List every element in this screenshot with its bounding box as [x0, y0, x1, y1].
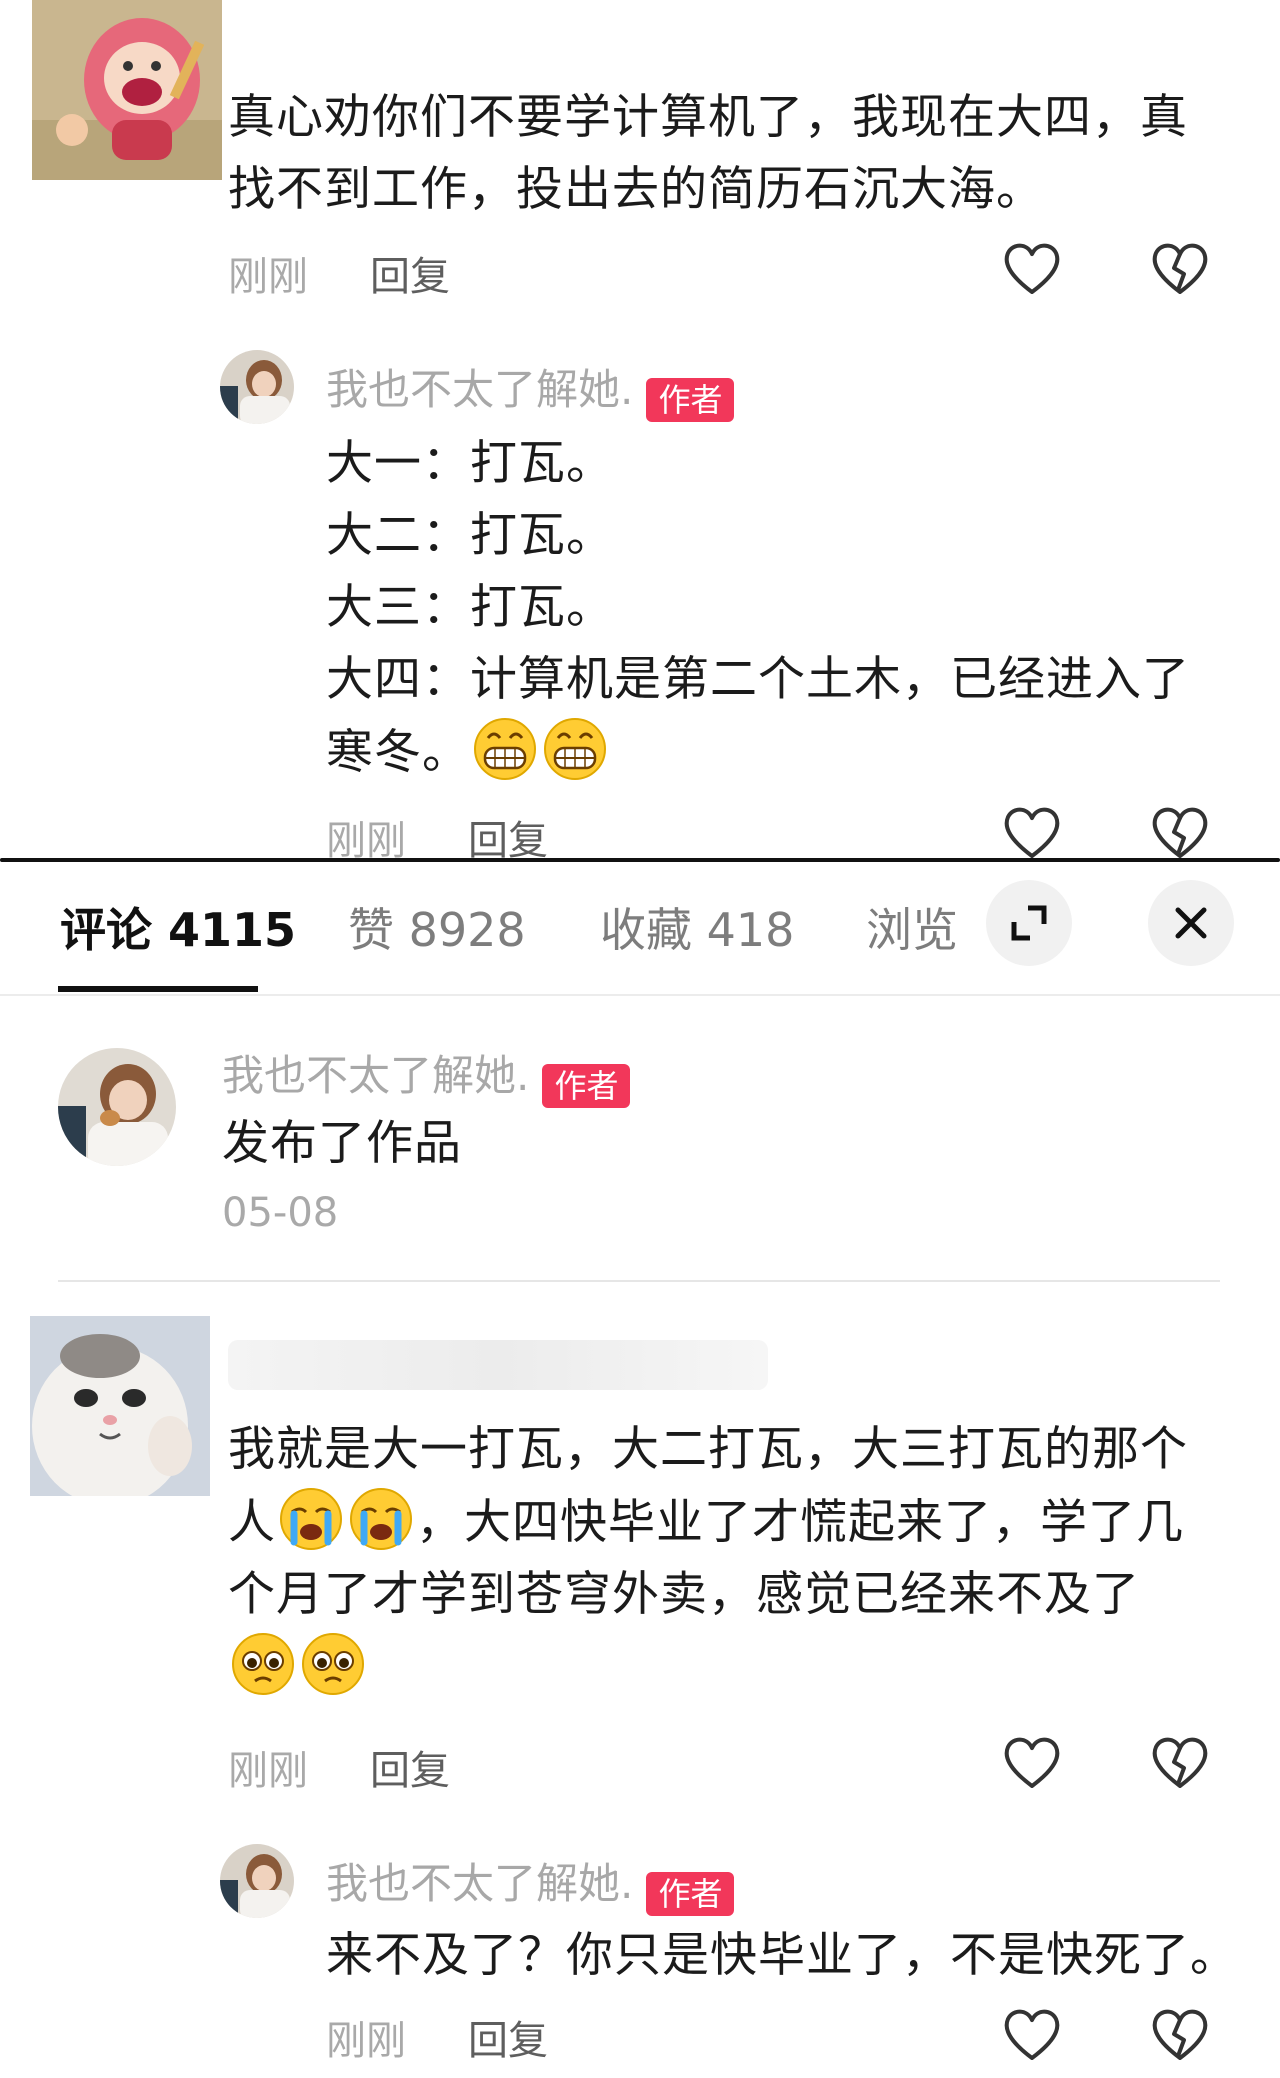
active-tab-indicator	[58, 986, 258, 992]
broken-heart-icon	[1152, 807, 1208, 858]
reply-line: 大三：打瓦。	[326, 580, 614, 635]
commenter-avatar[interactable]	[30, 1316, 210, 1496]
tab-comments[interactable]: 评论 4115	[60, 894, 296, 960]
post-date: 05-08	[222, 1190, 339, 1236]
tab-favorites[interactable]: 收藏 418	[600, 894, 794, 960]
grinning-emoji	[472, 716, 538, 782]
post-text: 发布了作品	[222, 1116, 462, 1171]
pleading-emoji	[230, 1631, 296, 1697]
author-badge: 作者	[542, 1063, 631, 1108]
author-badge: 作者	[646, 377, 735, 422]
dislike-button[interactable]	[1148, 238, 1212, 298]
section-divider	[58, 1280, 1220, 1282]
crying-emoji	[348, 1486, 414, 1552]
expand-button[interactable]	[986, 880, 1072, 966]
tab-views[interactable]: 浏览	[866, 894, 958, 960]
author-avatar[interactable]	[58, 1048, 176, 1166]
heart-outline-icon	[1004, 2009, 1060, 2060]
blurred-username	[228, 1340, 768, 1390]
reply-line: 大二：打瓦。	[326, 508, 614, 563]
author-badge: 作者	[646, 1871, 735, 1916]
expand-icon	[1011, 905, 1047, 941]
author-avatar[interactable]	[220, 350, 294, 424]
comment-line: 个月了才学到苍穹外卖，感觉已经来不及了	[228, 1567, 1140, 1622]
broken-heart-icon	[1152, 1737, 1208, 1788]
close-icon	[1175, 907, 1207, 939]
author-photo-image	[220, 350, 294, 424]
broken-heart-icon	[1152, 243, 1208, 294]
author-photo-image	[58, 1048, 176, 1166]
reply-button[interactable]: 回复	[370, 1738, 450, 1796]
author-name[interactable]: 我也不太了解她.	[326, 1859, 633, 1908]
commenter-avatar[interactable]	[32, 0, 222, 180]
heart-outline-icon	[1004, 1737, 1060, 1788]
like-button[interactable]	[1000, 238, 1064, 298]
author-avatar[interactable]	[220, 1844, 294, 1918]
like-button[interactable]	[1000, 1732, 1064, 1792]
heart-outline-icon	[1004, 807, 1060, 858]
reply-button[interactable]: 回复	[370, 244, 450, 302]
tab-likes[interactable]: 赞 8928	[348, 894, 526, 960]
author-name[interactable]: 我也不太了解她.	[222, 1051, 529, 1100]
cat-avatar-image	[30, 1316, 210, 1496]
comment-time: 刚刚	[228, 1748, 308, 1794]
pleading-emoji	[300, 1631, 366, 1697]
reply-line: 大四：计算机是第二个土木，已经进入了	[326, 652, 1190, 707]
reply-line: 大一：打瓦。	[326, 436, 614, 491]
like-button[interactable]	[1000, 802, 1064, 862]
comment-line: ，大四快毕业了才慌起来了，学了几	[416, 1495, 1184, 1550]
panel-top-edge	[0, 858, 1280, 862]
comment-time: 刚刚	[228, 254, 308, 300]
reply-line: 寒冬。	[326, 725, 470, 780]
grinning-emoji	[542, 716, 608, 782]
comment-line: 人	[228, 1495, 276, 1550]
crying-emoji	[278, 1486, 344, 1552]
tab-divider	[0, 994, 1280, 996]
comment-line: 我就是大一打瓦，大二打瓦，大三打瓦的那个	[228, 1422, 1188, 1477]
broken-heart-icon	[1152, 2009, 1208, 2060]
heart-outline-icon	[1004, 243, 1060, 294]
dislike-button[interactable]	[1148, 2004, 1212, 2064]
close-button[interactable]	[1148, 880, 1234, 966]
reply-button[interactable]: 回复	[468, 2008, 548, 2066]
like-button[interactable]	[1000, 2004, 1064, 2064]
comment-text: 真心劝你们不要学计算机了，我现在大四，真找不到工作，投出去的简历石沉大海。	[228, 90, 1188, 217]
dislike-button[interactable]	[1148, 802, 1212, 862]
reply-time: 刚刚	[326, 2018, 406, 2064]
author-photo-image	[220, 1844, 294, 1918]
dislike-button[interactable]	[1148, 1732, 1212, 1792]
cartoon-girl-avatar-image	[32, 0, 222, 180]
reply-text: 来不及了？你只是快毕业了，不是快死了。	[326, 1928, 1238, 1983]
author-name[interactable]: 我也不太了解她.	[326, 365, 633, 414]
